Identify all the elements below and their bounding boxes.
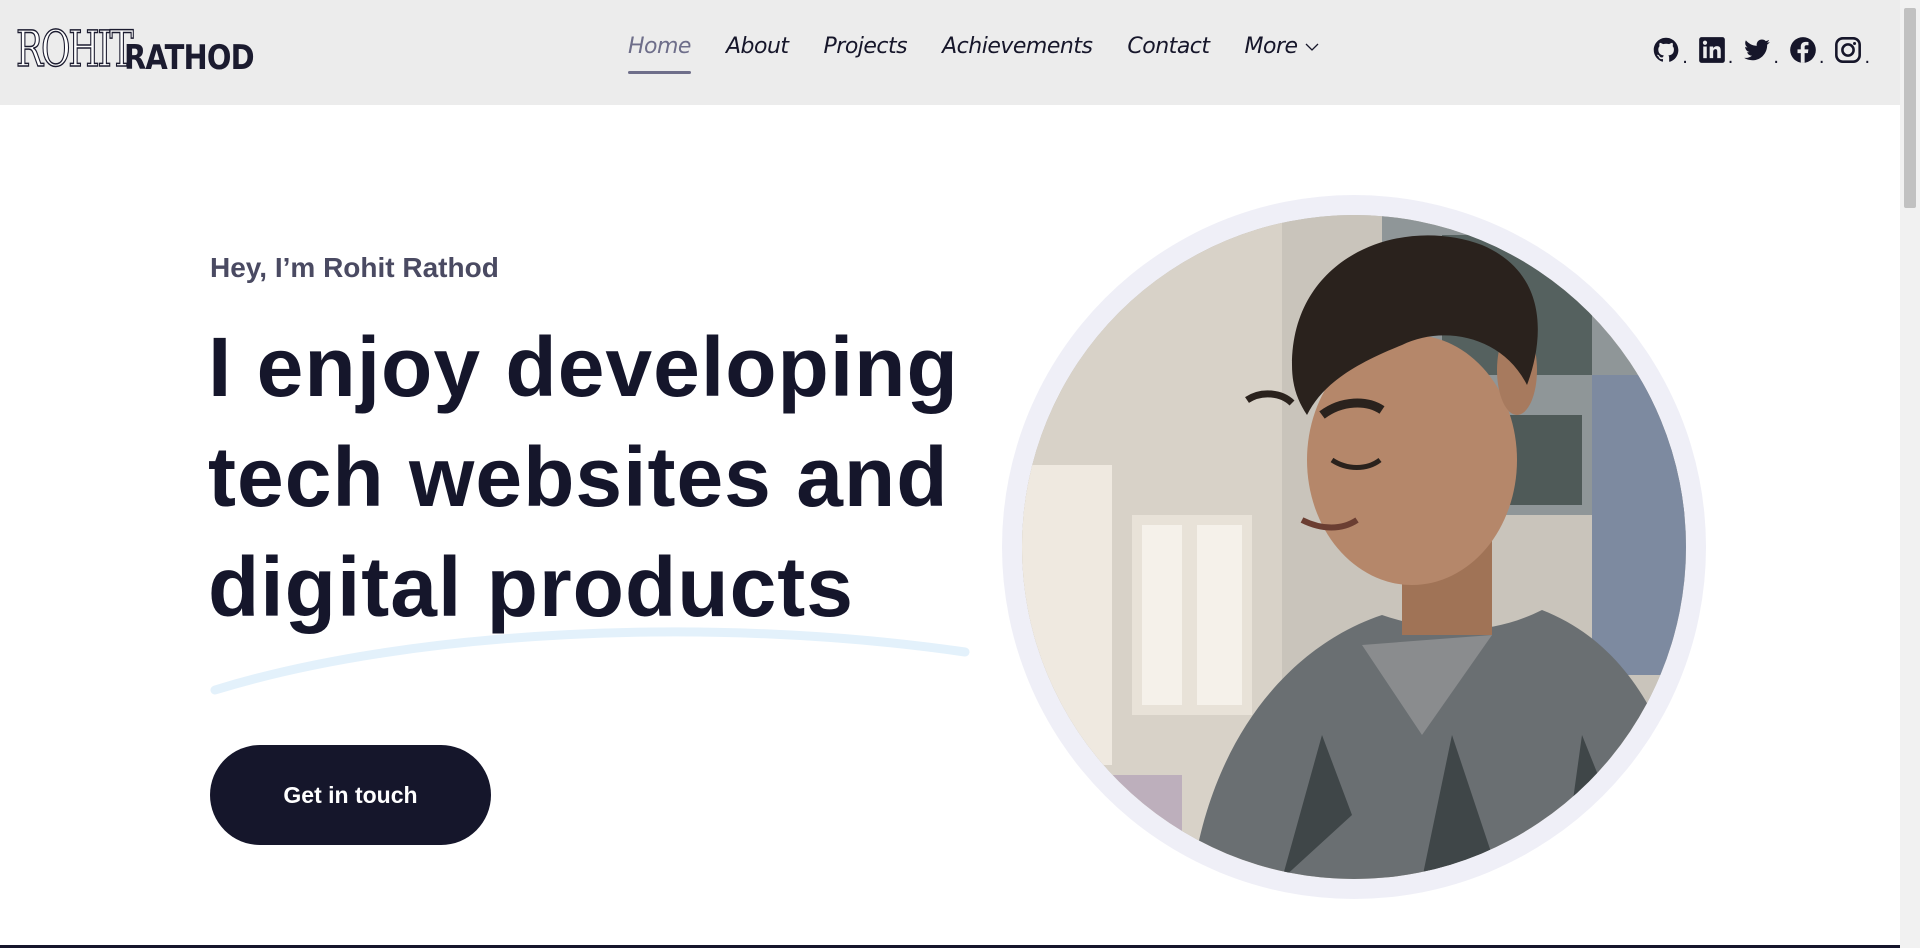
page-scrollbar[interactable]: [1900, 0, 1920, 948]
profile-photo: [1022, 215, 1686, 879]
linkedin-icon: [1698, 37, 1725, 63]
github-icon: [1653, 37, 1679, 62]
nav-about[interactable]: About: [726, 34, 789, 59]
twitter-link[interactable]: .: [1743, 36, 1779, 68]
social-separator: .: [1864, 46, 1870, 68]
headline-line-2: tech websites and: [208, 430, 949, 524]
nav-contact[interactable]: Contact: [1127, 34, 1210, 59]
instagram-link[interactable]: .: [1834, 36, 1870, 68]
nav-projects[interactable]: Projects: [824, 34, 908, 59]
github-link[interactable]: .: [1652, 36, 1688, 68]
nav-home[interactable]: Home: [628, 34, 691, 74]
nav-more-label: More: [1244, 34, 1299, 59]
headline-underline-decoration: [210, 627, 970, 695]
social-links: . . . . .: [1642, 36, 1870, 68]
headline-line-1: I enjoy developing: [208, 320, 959, 414]
social-separator: .: [1682, 46, 1688, 68]
logo-first-name: ROHIT: [15, 19, 134, 79]
social-separator: .: [1818, 46, 1825, 68]
instagram-icon: [1835, 37, 1862, 63]
social-separator: .: [1773, 46, 1779, 68]
site-logo[interactable]: ROHIT RATHOD: [15, 18, 254, 84]
hero-greeting: Hey, I’m Rohit Rathod: [210, 252, 499, 283]
facebook-icon: [1790, 37, 1816, 63]
logo-last-name: RATHOD: [124, 38, 255, 78]
profile-photo-illustration: [1022, 215, 1686, 879]
scrollbar-thumb[interactable]: [1904, 8, 1916, 208]
social-separator: .: [1727, 46, 1734, 68]
site-header: ROHIT RATHOD Home About Projects Achieve…: [0, 0, 1900, 105]
chevron-down-icon: [1305, 43, 1319, 51]
main-nav: Home About Projects Achievements Contact…: [628, 34, 1355, 74]
linkedin-link[interactable]: .: [1698, 36, 1734, 68]
nav-more[interactable]: More: [1245, 34, 1320, 59]
hero-headline: I enjoy developing tech websites and dig…: [208, 312, 1008, 642]
get-in-touch-button[interactable]: Get in touch: [210, 745, 491, 845]
nav-achievements[interactable]: Achievements: [942, 34, 1093, 59]
facebook-link[interactable]: .: [1789, 36, 1825, 68]
twitter-icon: [1744, 39, 1771, 61]
